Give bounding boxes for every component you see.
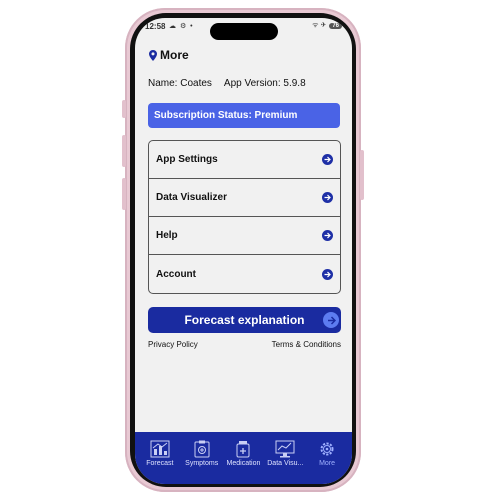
forecast-explanation-button[interactable]: Forecast explanation	[148, 307, 341, 333]
tab-medication[interactable]: Medication	[223, 432, 263, 484]
arrow-right-icon	[322, 268, 333, 280]
menu-item-help[interactable]: Help	[149, 217, 340, 255]
arrow-right-icon	[322, 192, 333, 203]
user-info: Name: Coates App Version: 5.9.8	[148, 78, 343, 89]
tab-label: Symptoms	[185, 460, 219, 467]
tab-label: Medication	[226, 460, 261, 467]
privacy-policy-link[interactable]: Privacy Policy	[148, 340, 198, 349]
gear-icon	[320, 442, 334, 456]
mute-switch	[122, 100, 126, 118]
signal-icon: ᯤ ✈	[312, 22, 327, 29]
volume-down-button	[122, 178, 126, 210]
menu-item-data-visualizer[interactable]: Data Visualizer	[149, 179, 340, 217]
arrow-right-icon	[322, 230, 333, 241]
status-time: 12:58	[145, 22, 166, 31]
legal-links: Privacy Policy Terms & Conditions	[148, 340, 341, 349]
app-screen: 12:58 ☁ ⚙ • ᯤ ✈ 76 More Name: Coates App…	[135, 18, 352, 484]
subscription-status-text: Subscription Status: Premium	[154, 110, 298, 121]
subscription-status-banner: Subscription Status: Premium	[148, 103, 340, 128]
arrow-right-icon	[322, 154, 333, 165]
tab-label: More	[319, 460, 336, 467]
menu-item-label: Data Visualizer	[156, 192, 227, 203]
page-title: More	[160, 48, 189, 62]
monitor-chart-icon	[275, 440, 295, 458]
app-version: App Version: 5.9.8	[223, 78, 306, 89]
menu-item-label: App Settings	[156, 154, 218, 165]
page-header: More	[149, 48, 189, 62]
menu-item-app-settings[interactable]: App Settings	[149, 141, 340, 179]
settings-menu: App Settings Data Visualizer Help Accoun…	[148, 140, 341, 294]
menu-item-label: Help	[156, 230, 178, 241]
volume-up-button	[122, 135, 126, 167]
location-pin-icon	[149, 49, 157, 61]
menu-item-label: Account	[156, 268, 196, 280]
tab-data-visualizer[interactable]: Data Visu...	[265, 432, 305, 484]
tab-symptoms[interactable]: Symptoms	[182, 432, 222, 484]
status-icons: ᯤ ✈ 76	[312, 21, 342, 30]
arrow-right-icon	[323, 312, 339, 328]
dynamic-island	[210, 23, 278, 40]
chart-icon	[150, 440, 170, 458]
tab-label: Data Visu...	[267, 460, 304, 467]
power-button	[360, 150, 364, 200]
tab-more[interactable]: More	[307, 432, 347, 484]
tab-label: Forecast	[146, 460, 174, 467]
bottom-tab-bar: Forecast Symptoms Medication Data Visu..…	[135, 432, 352, 484]
user-name: Name: Coates	[148, 78, 212, 89]
clipboard-icon	[194, 440, 210, 458]
forecast-explanation-label: Forecast explanation	[184, 313, 305, 327]
battery-icon: 76	[329, 22, 342, 29]
menu-item-account[interactable]: Account	[149, 255, 340, 293]
tab-forecast[interactable]: Forecast	[140, 432, 180, 484]
pill-bottle-icon	[236, 441, 250, 458]
terms-conditions-link[interactable]: Terms & Conditions	[272, 340, 341, 349]
notification-icons: ☁ ⚙ •	[169, 23, 194, 30]
